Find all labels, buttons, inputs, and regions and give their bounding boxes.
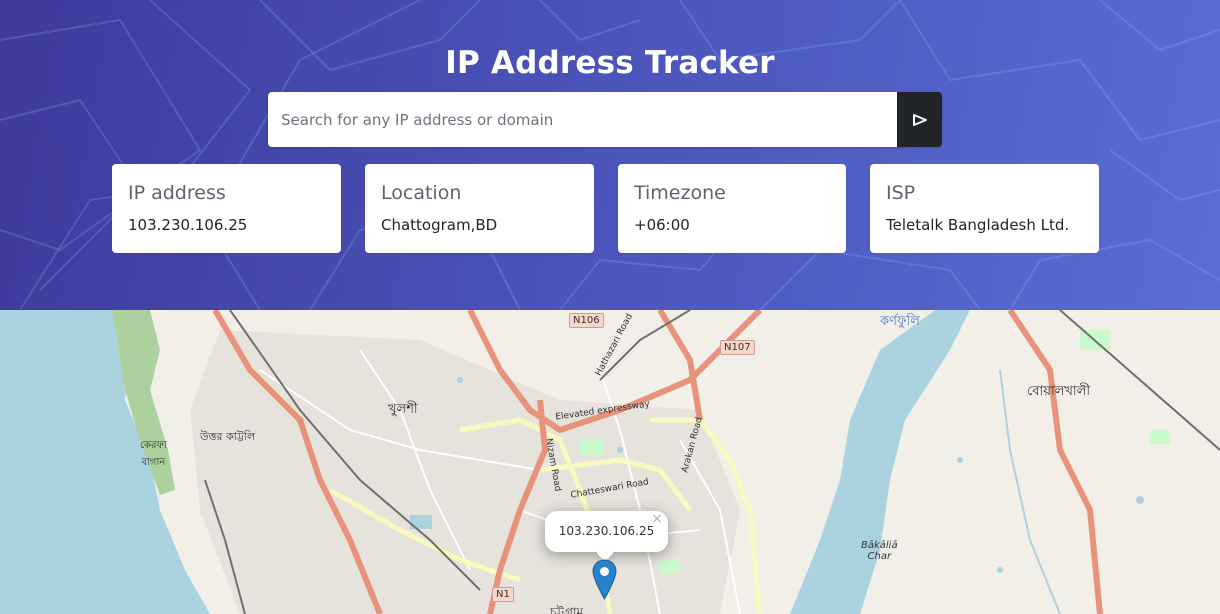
location-label: Location xyxy=(381,182,462,204)
timezone-label: Timezone xyxy=(634,182,726,204)
urban-area xyxy=(190,330,740,614)
map-label-uttar-kattali: উত্তর কাট্টলি xyxy=(200,430,256,443)
location-card: Location Chattogram,BD xyxy=(365,164,594,253)
timezone-card: Timezone +06:00 xyxy=(618,164,846,253)
isp-label: ISP xyxy=(886,182,916,204)
road-shield-n107: N107 xyxy=(720,340,755,355)
road-shield-n106: N106 xyxy=(569,313,604,328)
search-submit-button[interactable] xyxy=(897,92,942,147)
isp-value: Teletalk Bangladesh Ltd. xyxy=(886,216,1070,234)
search-input[interactable] xyxy=(268,92,897,147)
map-label-chattogram: চট্টগ্রাম xyxy=(550,605,584,614)
ip-address-card: IP address 103.230.106.25 xyxy=(112,164,341,253)
map-label-bakalia-char: Bākāliā Char xyxy=(861,540,898,562)
river-channel-right xyxy=(999,369,1061,614)
map-label-khulshi: খুলশী xyxy=(388,402,418,417)
isp-card: ISP Teletalk Bangladesh Ltd. xyxy=(870,164,1099,253)
submit-arrow-icon xyxy=(912,113,927,126)
sea-water xyxy=(0,310,210,614)
page-title: IP Address Tracker xyxy=(445,45,775,81)
ip-address-label: IP address xyxy=(128,182,226,204)
header-banner: IP Address Tracker IP address 103.230.10… xyxy=(0,0,1220,310)
map-label-kerafa-bagan: কেরফা বাগান xyxy=(140,440,167,468)
location-marker-icon[interactable] xyxy=(592,559,617,600)
location-value: Chattogram,BD xyxy=(381,216,498,234)
road-shield-n1: N1 xyxy=(492,587,514,602)
popup-close-button[interactable]: × xyxy=(650,511,664,527)
timezone-value: +06:00 xyxy=(634,216,690,234)
karnaphuli-river xyxy=(790,310,970,614)
ip-address-value: 103.230.106.25 xyxy=(128,216,248,234)
map-label-boalkhali: বোয়ালখালী xyxy=(1027,384,1091,399)
search-form xyxy=(268,92,942,147)
map-label-karnaphuli: কর্ণফুলি xyxy=(880,314,920,329)
